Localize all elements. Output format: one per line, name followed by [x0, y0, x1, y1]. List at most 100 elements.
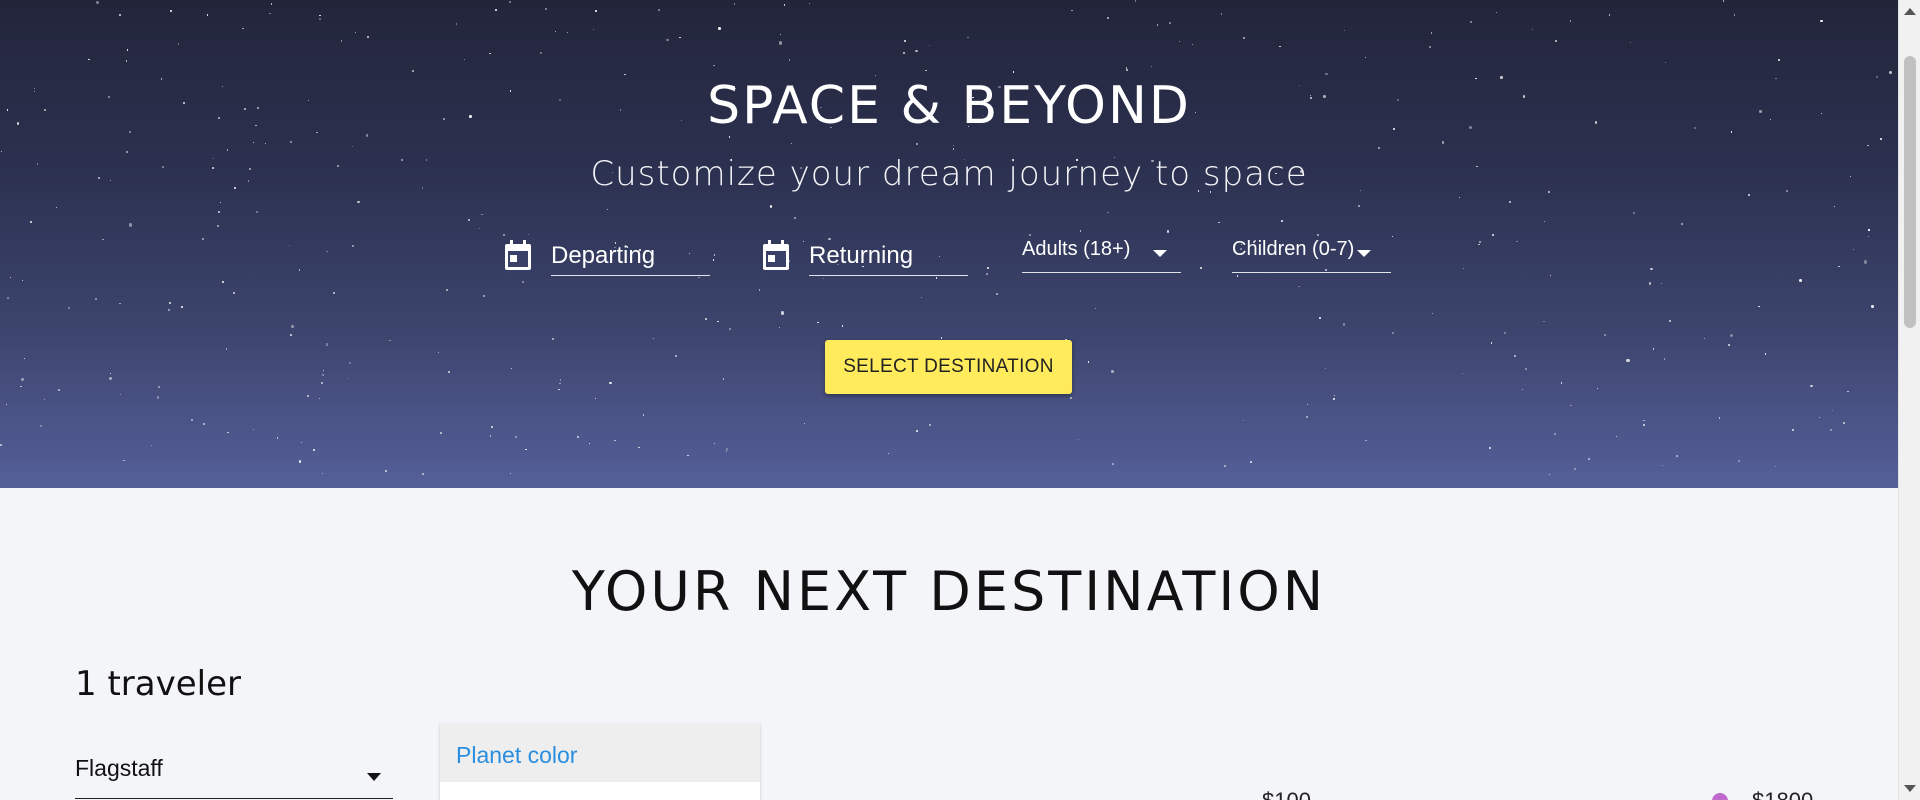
star: [322, 374, 324, 376]
star: [1107, 17, 1110, 19]
scroll-up-icon[interactable]: [1904, 8, 1916, 15]
star: [326, 250, 328, 253]
star: [389, 340, 391, 342]
star: [1462, 268, 1464, 270]
origin-select[interactable]: Flagstaff: [75, 755, 393, 799]
star: [1324, 367, 1327, 370]
planet-color-filter[interactable]: Planet color: [440, 724, 760, 800]
star: [915, 429, 919, 432]
star: [21, 378, 25, 382]
star: [123, 459, 125, 461]
star: [290, 141, 293, 144]
star: [1430, 32, 1433, 34]
star: [1866, 144, 1869, 147]
star: [793, 216, 796, 219]
star: [177, 43, 180, 46]
star: [312, 448, 315, 451]
star: [915, 49, 918, 53]
star: [1391, 331, 1394, 334]
star: [252, 141, 255, 144]
star: [349, 362, 352, 365]
children-select[interactable]: Children (0-7): [1232, 234, 1391, 273]
star: [554, 30, 557, 33]
star: [5, 403, 7, 406]
star: [666, 39, 669, 42]
star: [340, 40, 343, 42]
select-destination-button[interactable]: SELECT DESTINATION: [825, 340, 1072, 394]
star: [1548, 473, 1551, 476]
star: [1307, 403, 1309, 406]
returning-input[interactable]: Returning: [809, 234, 968, 276]
star: [109, 372, 111, 374]
star: [1224, 465, 1226, 467]
calendar-icon[interactable]: [505, 240, 531, 270]
star: [594, 397, 597, 400]
star: [779, 326, 781, 328]
star: [455, 23, 458, 26]
star: [1242, 36, 1245, 39]
section-title: YOUR NEXT DESTINATION: [571, 560, 1327, 623]
star: [269, 12, 272, 15]
star: [804, 422, 806, 425]
star: [68, 306, 71, 309]
star: [102, 238, 104, 241]
star: [264, 142, 267, 144]
scrollbar-thumb[interactable]: [1904, 56, 1916, 328]
returning-date-field[interactable]: Returning: [763, 234, 968, 276]
vertical-scrollbar[interactable]: [1898, 0, 1920, 800]
price-max-label: $1800: [1752, 788, 1813, 800]
star: [1429, 45, 1432, 49]
star: [1191, 43, 1193, 46]
star: [125, 59, 128, 62]
star: [1333, 398, 1336, 400]
star: [1604, 333, 1607, 336]
price-slider-handle[interactable]: [1712, 793, 1728, 800]
calendar-icon[interactable]: [763, 240, 789, 270]
origin-select-value: Flagstaff: [75, 755, 163, 781]
star: [298, 268, 301, 271]
star: [559, 379, 561, 381]
filter-header[interactable]: Planet color: [440, 724, 760, 782]
star: [1333, 394, 1335, 397]
star: [1868, 229, 1870, 231]
star: [1853, 248, 1855, 250]
star: [1125, 68, 1128, 71]
star: [446, 289, 448, 291]
star: [904, 39, 907, 42]
star: [967, 36, 969, 39]
star: [1489, 447, 1491, 449]
star: [1342, 323, 1346, 326]
star: [1365, 56, 1367, 58]
star: [1880, 137, 1883, 140]
star: [1764, 353, 1767, 356]
star: [953, 145, 955, 147]
star: [150, 444, 152, 446]
star: [642, 413, 645, 416]
star: [1555, 39, 1558, 42]
star: [567, 31, 569, 33]
star: [817, 321, 819, 324]
star: [1703, 337, 1706, 340]
star: [1668, 319, 1672, 323]
star: [1325, 72, 1328, 75]
star: [447, 371, 450, 373]
star: [24, 358, 26, 360]
star: [779, 33, 782, 35]
departing-input[interactable]: Departing: [551, 234, 710, 276]
star: [298, 460, 301, 463]
star: [1478, 244, 1480, 246]
star: [559, 382, 561, 385]
star: [1597, 387, 1599, 390]
star: [1297, 285, 1300, 288]
departing-date-field[interactable]: Departing: [505, 234, 710, 276]
adults-select[interactable]: Adults (18+): [1022, 234, 1181, 273]
scroll-down-icon[interactable]: [1904, 785, 1916, 792]
star: [1718, 417, 1721, 420]
star: [1459, 197, 1461, 199]
star: [638, 446, 641, 449]
chevron-down-icon: [1357, 250, 1371, 257]
star: [657, 8, 660, 11]
travelers-count: 1 traveler: [75, 664, 241, 704]
star: [588, 442, 591, 445]
star: [221, 280, 225, 283]
